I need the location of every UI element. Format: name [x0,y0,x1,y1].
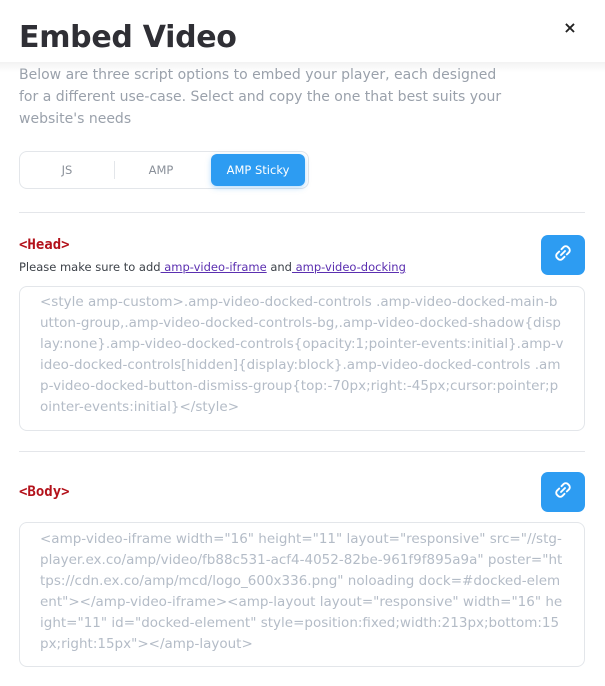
link-copy-icon [554,244,572,266]
embed-video-dialog: Embed Video × Below are three script opt… [0,0,605,686]
link-copy-icon [554,481,572,503]
head-section-label: <Head> [19,237,70,253]
hint-conjunction: and [266,260,292,274]
body-section-label: <Body> [19,484,70,500]
body-code-box[interactable]: <amp-video-iframe width="16" height="11"… [19,522,585,667]
amp-video-iframe-link[interactable]: amp-video-iframe [161,260,266,274]
dialog-title: Embed Video [19,20,237,55]
tab-js[interactable]: JS [20,154,114,186]
dialog-description: Below are three script options to embed … [19,67,502,127]
embed-type-tabs: JS AMP AMP Sticky [19,151,309,189]
section-divider [19,212,585,213]
amp-video-docking-link[interactable]: amp-video-docking [292,260,406,274]
section-divider [19,451,585,452]
copy-head-button[interactable] [541,235,585,275]
tab-amp-sticky[interactable]: AMP Sticky [211,154,305,186]
head-code-box[interactable]: <style amp-custom>.amp-video-docked-cont… [19,286,585,431]
hint-text: Please make sure to add [19,260,161,274]
copy-body-button[interactable] [541,472,585,512]
head-hint: Please make sure to add amp-video-iframe… [19,260,406,274]
close-icon[interactable]: × [559,16,581,38]
tab-amp[interactable]: AMP [114,154,208,186]
